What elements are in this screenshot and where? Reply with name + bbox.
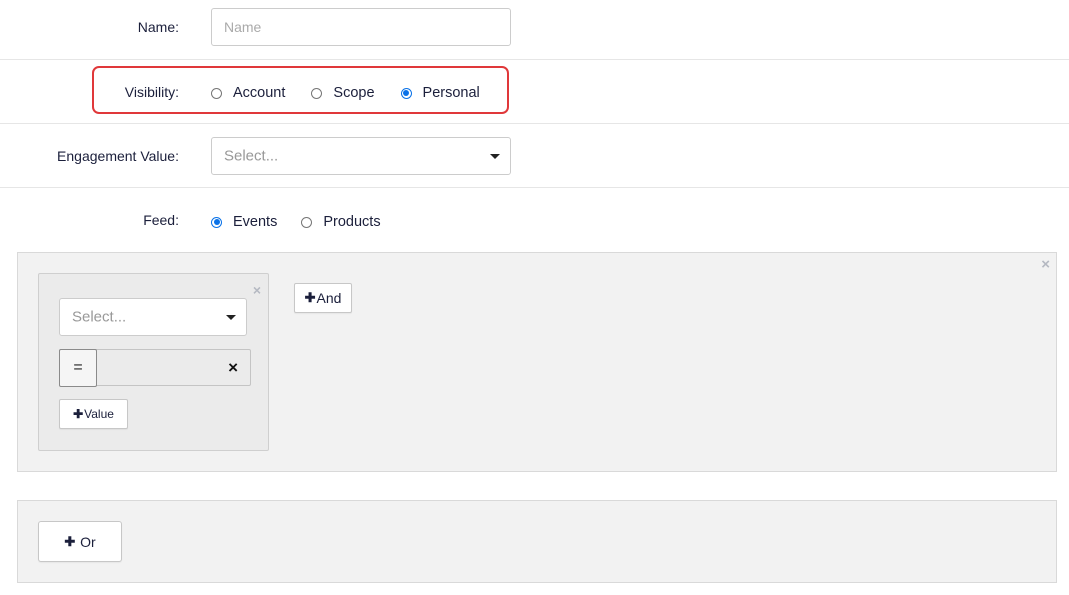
condition-field-select[interactable]: Select... [59, 298, 247, 336]
radio-products[interactable] [301, 216, 313, 228]
name-input[interactable] [211, 8, 511, 46]
engagement-select[interactable]: Select... [211, 137, 511, 175]
condition-field-placeholder: Select... [72, 308, 127, 326]
engagement-placeholder: Select... [224, 147, 279, 165]
feed-row: Feed: Events Products [0, 188, 1069, 248]
condition-group-panel: × × Select... = × ✚ Value ✚ And [17, 252, 1057, 472]
feed-radio-group: Events Products [211, 214, 405, 230]
add-or-button[interactable]: ✚ Or [38, 521, 122, 562]
condition-panel: × Select... = × ✚ Value [38, 273, 269, 451]
add-or-label: Or [76, 533, 96, 550]
condition-value-box[interactable]: = × [59, 349, 251, 387]
plus-icon: ✚ [73, 407, 84, 421]
plus-icon: ✚ [304, 290, 316, 305]
add-and-button[interactable]: ✚ And [294, 283, 352, 313]
chevron-down-icon [226, 315, 236, 320]
add-and-label: And [316, 290, 342, 306]
add-value-button[interactable]: ✚ Value [59, 399, 128, 429]
feed-label: Feed: [143, 212, 179, 228]
feed-option-products[interactable]: Products [301, 214, 381, 230]
clear-value-icon[interactable]: × [228, 358, 238, 378]
operator-button[interactable]: = [59, 349, 97, 387]
feed-option-events[interactable]: Events [211, 214, 277, 230]
visibility-highlight-box [92, 66, 509, 114]
radio-label-events: Events [233, 214, 278, 230]
plus-icon: ✚ [64, 533, 76, 549]
engagement-row: Engagement Value: Select... [0, 124, 1069, 188]
close-group-icon[interactable]: × [1041, 257, 1050, 272]
radio-events[interactable] [211, 216, 222, 228]
close-condition-icon[interactable]: × [253, 283, 261, 297]
name-row: Name: [0, 0, 1069, 60]
engagement-label: Engagement Value: [57, 148, 179, 164]
name-label: Name: [137, 19, 179, 35]
chevron-down-icon [490, 154, 500, 159]
or-group-panel: ✚ Or [17, 500, 1057, 583]
add-value-label: Value [84, 407, 114, 421]
radio-label-products: Products [323, 214, 381, 230]
